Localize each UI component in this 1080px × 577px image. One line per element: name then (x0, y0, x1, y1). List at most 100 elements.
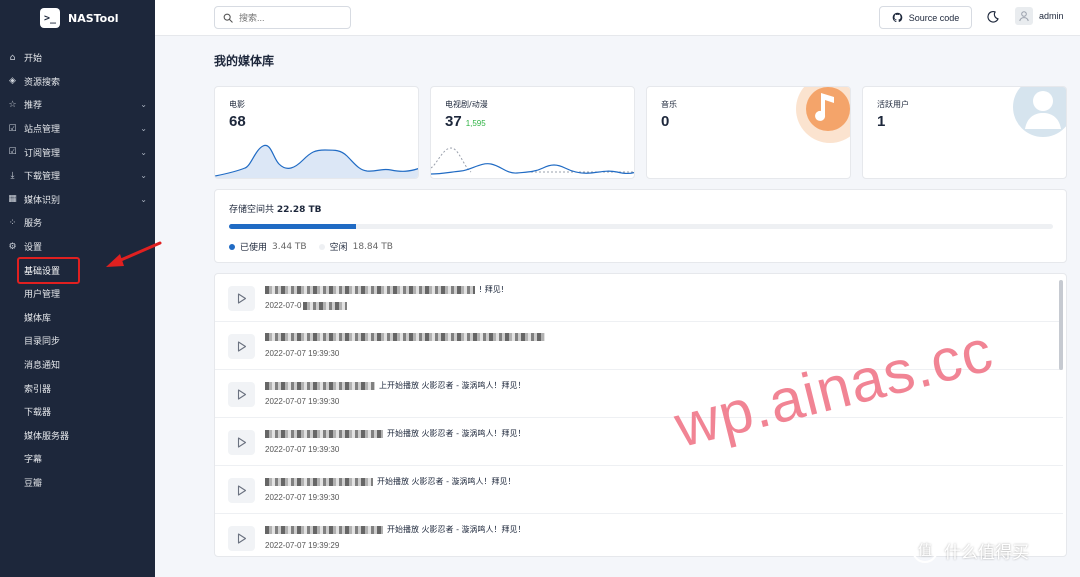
free-value: 18.84 TB (352, 241, 393, 252)
free-label: 空闲 (329, 243, 348, 253)
redacted-text (303, 301, 348, 310)
github-icon (892, 12, 903, 23)
redacted-text (265, 429, 383, 438)
stat-card-active-users[interactable]: 活跃用户 1 (862, 86, 1067, 179)
sidebar-subitem-indexer[interactable]: 索引器 (0, 376, 155, 400)
sidebar-item-services[interactable]: ⁘ 服务 (0, 211, 155, 235)
message-time: 2022-07-07 19:39:30 (265, 493, 340, 502)
sidebar-subitem-directory-sync[interactable]: 目录同步 (0, 329, 155, 353)
legend-free: 空闲 18.84 TB (318, 240, 393, 253)
sidebar-item-label: 设置 (24, 243, 43, 254)
redacted-text (265, 285, 475, 294)
message-time: 2022-07-07 19:39:29 (265, 541, 340, 550)
search-input[interactable] (239, 12, 339, 23)
message-time: 2022-07-07 19:39:30 (265, 397, 340, 406)
stat-label: 电视剧/动漫 (445, 100, 488, 109)
brand[interactable]: >_ NASTool (0, 0, 155, 36)
corner-watermark-text: 什么值得买 (944, 542, 1029, 563)
legend-used: 已使用 3.44 TB (229, 240, 307, 253)
play-icon (237, 293, 246, 304)
stat-value: 68 (229, 113, 246, 130)
stat-value: 0 (661, 113, 670, 130)
sidebar-item-resource-search[interactable]: ◈ 资源搜索 (0, 70, 155, 94)
message-text: 上开始播放 火影忍者 - 漩涡鸣人！拜见！ (265, 380, 526, 391)
sidebar-subitem-media-server[interactable]: 媒体服务器 (0, 424, 155, 448)
sidebar-subitem-user-management[interactable]: 用户管理 (0, 282, 155, 306)
chevron-down-icon: ⌄ (140, 194, 147, 204)
sidebar: >_ NASTool ⌂ 开始 ◈ 资源搜索 ☆ 推荐 ⌄ ☑ 站点管理 ⌄ ☑… (0, 0, 155, 577)
free-dot-icon (318, 243, 325, 250)
play-button[interactable] (228, 478, 255, 503)
star-icon: ☆ (8, 99, 17, 110)
message-text: 开始播放 火影忍者 - 漩涡鸣人！拜见！ (265, 428, 526, 439)
moon-icon[interactable] (986, 10, 1000, 24)
stat-label: 电影 (229, 100, 245, 109)
user-name: admin (1039, 11, 1064, 21)
sidebar-item-subscription[interactable]: ☑ 订阅管理 ⌄ (0, 140, 155, 164)
used-value: 3.44 TB (272, 241, 307, 252)
stat-value-number: 37 (445, 113, 462, 130)
storage-title: 存储空间共 22.28 TB (229, 202, 322, 215)
message-time: 2022-07-0 (265, 301, 351, 310)
chevron-down-icon: ⌄ (140, 124, 147, 134)
storage-legend: 已使用 3.44 TB 空闲 18.84 TB (229, 240, 393, 253)
sidebar-item-media-recognition[interactable]: ▦ 媒体识别 ⌄ (0, 188, 155, 212)
sidebar-item-label: 订阅管理 (24, 148, 61, 159)
sidebar-subitem-douban[interactable]: 豆瓣 (0, 471, 155, 495)
top-header: Source code admin (155, 0, 1080, 36)
checkbox-icon: ☑ (8, 123, 17, 134)
search-box[interactable] (214, 6, 351, 29)
user-icon (1019, 11, 1029, 22)
storage-label: 存储空间共 (229, 205, 275, 215)
used-dot-icon (229, 243, 235, 250)
message-list: ! 拜见! 2022-07-0 2022-07-07 19:39:30 上开始播… (214, 273, 1067, 557)
search-icon (223, 13, 233, 23)
play-button[interactable] (228, 430, 255, 455)
sidebar-subitem-downloader[interactable]: 下载器 (0, 400, 155, 424)
annotation-arrow-icon (106, 241, 162, 267)
app-name: NASTool (68, 11, 119, 25)
avatar (1015, 7, 1033, 25)
source-code-button[interactable]: Source code (879, 6, 972, 29)
apps-icon: ⁘ (8, 217, 17, 228)
gear-icon: ⚙ (8, 241, 17, 252)
corner-watermark: 值 什么值得买 (912, 537, 1029, 563)
sidebar-item-site-management[interactable]: ☑ 站点管理 ⌄ (0, 117, 155, 141)
movies-sparkline (215, 144, 418, 178)
stat-card-music[interactable]: 音乐 0 (646, 86, 851, 179)
stat-card-tv[interactable]: 电视剧/动漫 37 1,595 (430, 86, 635, 179)
stat-sub-value: 1,595 (465, 119, 486, 128)
sidebar-subitem-media-library[interactable]: 媒体库 (0, 306, 155, 330)
sidebar-item-label: 媒体识别 (24, 195, 61, 206)
sidebar-subitem-notifications[interactable]: 消息通知 (0, 353, 155, 377)
zhi-logo-icon: 值 (912, 537, 938, 563)
redacted-text (265, 477, 373, 486)
play-button[interactable] (228, 526, 255, 551)
chevron-down-icon: ⌄ (140, 171, 147, 181)
stat-value: 1 (877, 113, 886, 130)
chevron-down-icon: ⌄ (140, 147, 147, 157)
scrollbar[interactable] (1059, 280, 1063, 370)
sidebar-item-start[interactable]: ⌂ 开始 (0, 46, 155, 70)
redacted-text (265, 381, 375, 390)
play-button[interactable] (228, 286, 255, 311)
message-text: 开始播放 火影忍者 - 漩涡鸣人！拜见！ (265, 476, 516, 487)
sidebar-item-label: 服务 (24, 219, 43, 230)
home-icon: ⌂ (9, 52, 16, 63)
sidebar-item-recommend[interactable]: ☆ 推荐 ⌄ (0, 93, 155, 117)
user-menu[interactable]: admin (1015, 7, 1064, 25)
play-icon (237, 389, 246, 400)
download-icon: ⤓ (10, 170, 15, 181)
stat-card-movies[interactable]: 电影 68 (214, 86, 419, 179)
redacted-text (265, 525, 383, 534)
play-button[interactable] (228, 334, 255, 359)
sidebar-item-label: 下载管理 (24, 172, 61, 183)
storage-total: 22.28 TB (276, 205, 322, 215)
source-code-label: Source code (908, 12, 960, 23)
list-item: 开始播放 火影忍者 - 漩涡鸣人！拜见！ 2022-07-07 19:39:30 (215, 466, 1063, 514)
sidebar-subitem-subtitles[interactable]: 字幕 (0, 447, 155, 471)
sidebar-item-download[interactable]: ⤓ 下载管理 ⌄ (0, 164, 155, 188)
play-button[interactable] (228, 382, 255, 407)
sidebar-item-label: 推荐 (24, 101, 43, 112)
play-icon (237, 485, 246, 496)
